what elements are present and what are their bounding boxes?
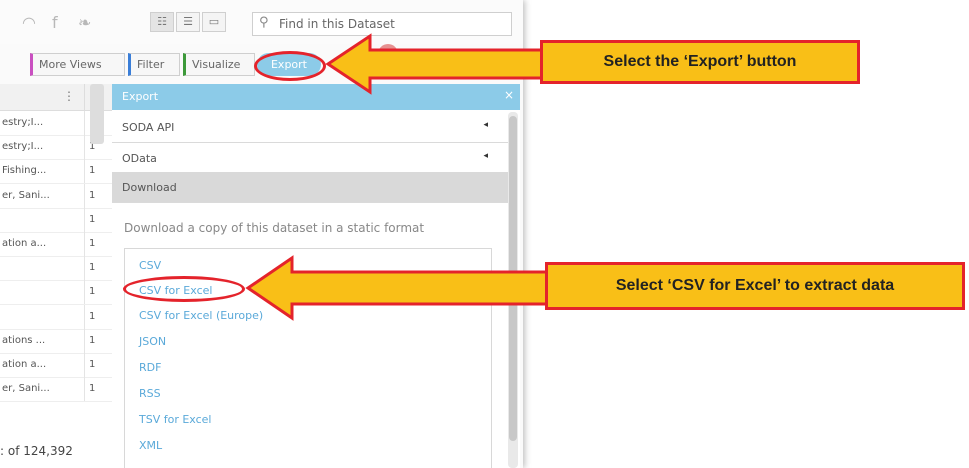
callout-select-csv-excel: Select ‘CSV for Excel’ to extract data	[545, 262, 965, 310]
arrow-to-export	[325, 33, 547, 95]
arrow-to-csv-excel	[245, 255, 552, 321]
callout-select-export: Select the ‘Export’ button	[540, 40, 860, 84]
